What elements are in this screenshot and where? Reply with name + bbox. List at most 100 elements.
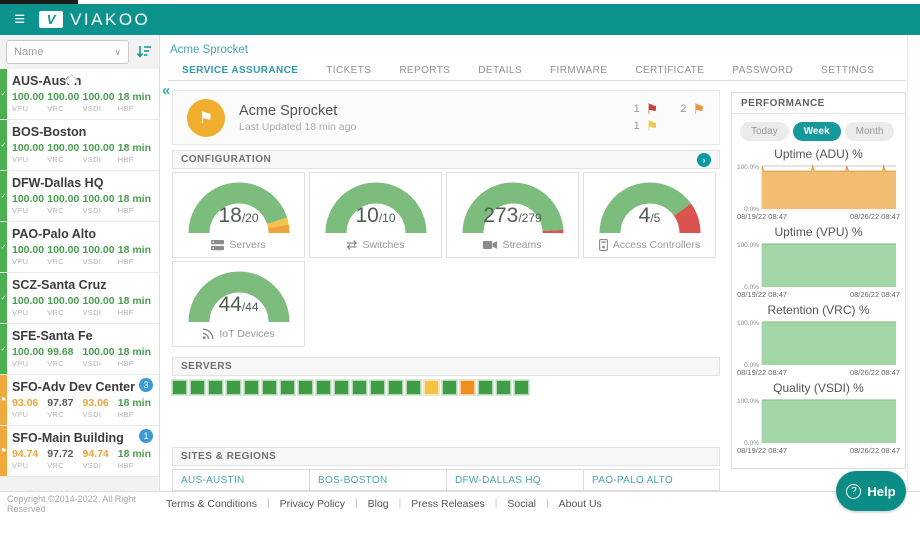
sites-regions-title: SITES & REGIONS — [181, 451, 276, 462]
configuration-expand-icon[interactable]: › — [697, 153, 711, 167]
sort-icon[interactable] — [135, 43, 153, 61]
tab-certificate[interactable]: CERTIFICATE — [621, 61, 718, 80]
gauge-label: Streams — [447, 239, 578, 251]
server-square-green[interactable] — [226, 380, 241, 395]
server-square-green[interactable] — [316, 380, 331, 395]
breadcrumb[interactable]: Acme Sprocket — [170, 44, 248, 56]
flag-icon: ⚑ — [199, 108, 213, 128]
gauge-streams[interactable]: 273/279 Streams — [446, 172, 579, 258]
site-list-item[interactable]: ✓ SCZ-Santa Cruz 100.00 VPU 100.00 VRC 1… — [0, 273, 159, 324]
footer-link-privacy-policy[interactable]: Privacy Policy — [280, 498, 345, 510]
footer-link-blog[interactable]: Blog — [368, 498, 389, 510]
site-name: SCZ-Santa Cruz — [12, 278, 153, 292]
footer-link-about-us[interactable]: About Us — [559, 498, 602, 510]
tab-service-assurance[interactable]: SERVICE ASSURANCE — [168, 61, 312, 80]
server-square-green[interactable] — [370, 380, 385, 395]
gauge-servers[interactable]: 18/20 Servers — [172, 172, 305, 258]
footer-link-press-releases[interactable]: Press Releases — [411, 498, 485, 510]
alert-orange-flag[interactable]: 2 ⚑ — [680, 101, 705, 118]
svg-text:100.0%: 100.0% — [736, 398, 758, 405]
region-tab-dfw-dallas-hq[interactable]: DFW-DALLAS HQ — [446, 469, 583, 491]
flag-avatar: ⚑ — [187, 99, 225, 137]
range-pill-week[interactable]: Week — [793, 122, 841, 141]
metric-label: HBF — [118, 155, 153, 164]
site-body: SFO-Adv Dev Center 93.06 VPU 97.87 VRC 9… — [0, 375, 159, 422]
region-tab-pao-palo-alto[interactable]: PAO-PALO ALTO — [583, 469, 720, 491]
site-metric: 100.00 VSDI — [83, 142, 118, 164]
site-metric: 100.00 VRC — [47, 193, 82, 215]
server-square-green[interactable] — [262, 380, 277, 395]
server-square-green[interactable] — [514, 380, 529, 395]
server-square-green[interactable] — [352, 380, 367, 395]
server-square-green[interactable] — [280, 380, 295, 395]
server-square-green[interactable] — [442, 380, 457, 395]
region-tab-aus-austin[interactable]: AUS-AUSTIN — [172, 469, 309, 491]
range-pill-today[interactable]: Today — [740, 122, 789, 141]
gauge-iot-devices[interactable]: 44/44 IoT Devices — [172, 261, 305, 347]
site-list-item[interactable]: ⚑ SFO-Adv Dev Center 93.06 VPU 97.87 VRC… — [0, 375, 159, 426]
server-square-green[interactable] — [172, 380, 187, 395]
viakoo-logo[interactable]: V VIAKOO — [39, 10, 150, 30]
metric-label: HBF — [118, 257, 153, 266]
server-square-green[interactable] — [478, 380, 493, 395]
site-list-item[interactable]: ✓ BOS-Boston 100.00 VPU 100.00 VRC 100.0… — [0, 120, 159, 171]
site-list-item[interactable]: ✓ DFW-Dallas HQ 100.00 VPU 100.00 VRC 10… — [0, 171, 159, 222]
site-list-item[interactable]: ✓ AUS-Austin 100.00 VPU 100.00 VRC 100.0… — [0, 69, 159, 120]
site-metric: 18 min HBF — [118, 397, 153, 419]
gauge-value: 4/5 — [584, 204, 715, 228]
flag-icon: ⚑ — [0, 396, 6, 404]
site-name: PAO-Palo Alto — [12, 227, 153, 241]
range-pill-month[interactable]: Month — [845, 122, 895, 141]
server-square-yellow[interactable] — [424, 380, 439, 395]
server-square-green[interactable] — [208, 380, 223, 395]
site-list-item[interactable]: ⚑ SFO-Main Building 94.74 VPU 97.72 VRC … — [0, 426, 159, 477]
footer-link-social[interactable]: Social — [507, 498, 536, 510]
server-square-green[interactable] — [496, 380, 511, 395]
x-label-end: 08/26/22 08:47 — [850, 290, 900, 299]
tab-password[interactable]: PASSWORD — [718, 61, 807, 80]
help-button[interactable]: ? Help — [836, 471, 906, 511]
chart-quality-vsdi-: Quality (VSDI) % 100.0% 0.0% 08/19/22 08… — [732, 381, 905, 455]
site-list-item[interactable]: ✓ PAO-Palo Alto 100.00 VPU 100.00 VRC 10… — [0, 222, 159, 273]
gauge-switches[interactable]: 10/10 ⇄ Switches — [309, 172, 442, 258]
menu-icon[interactable]: ≡ — [14, 10, 25, 29]
gauges-row-1: 18/20 Servers 10/10 ⇄ Switches 273/279 S… — [172, 172, 716, 258]
metric-label: VSDI — [83, 308, 118, 317]
collapse-sidebar-icon[interactable]: « — [162, 82, 170, 99]
alert-red-flag[interactable]: 1 ⚑ — [634, 101, 659, 118]
tab-tickets[interactable]: TICKETS — [312, 61, 385, 80]
sidebar-filter-row: Name ∨ — [0, 35, 159, 69]
tab-reports[interactable]: REPORTS — [385, 61, 464, 80]
server-square-green[interactable] — [406, 380, 421, 395]
server-square-green[interactable] — [334, 380, 349, 395]
server-square-orange[interactable] — [460, 380, 475, 395]
server-square-green[interactable] — [244, 380, 259, 395]
chart-uptime-adu-: Uptime (ADU) % 100.0% 0.0% 08/19/22 08:4… — [732, 147, 905, 221]
tab-firmware[interactable]: FIRMWARE — [536, 61, 621, 80]
metric-label: VRC — [47, 308, 82, 317]
server-square-green[interactable] — [298, 380, 313, 395]
footer-link-terms-conditions[interactable]: Terms & Conditions — [166, 498, 257, 510]
site-name: SFO-Main Building — [12, 431, 153, 445]
metric-label: VRC — [47, 206, 82, 215]
metric-value: 18 min — [118, 295, 153, 307]
metric-value: 100.00 — [47, 295, 82, 307]
server-icon — [211, 240, 224, 251]
flag-status-bar: ⚑ — [0, 375, 7, 425]
sort-field-select[interactable]: Name ∨ — [6, 40, 129, 64]
metric-label: HBF — [118, 308, 153, 317]
ticket-count-badge[interactable]: 3 — [139, 378, 153, 392]
server-square-green[interactable] — [388, 380, 403, 395]
site-overview-card: ⚑ Acme Sprocket Last Updated 18 min ago … — [172, 90, 720, 145]
region-tab-bos-boston[interactable]: BOS-BOSTON — [309, 469, 446, 491]
tab-details[interactable]: DETAILS — [464, 61, 536, 80]
tab-settings[interactable]: SETTINGS — [807, 61, 888, 80]
alert-yellow-flag[interactable]: 1 ⚑ — [634, 118, 659, 135]
chart-title: Uptime (ADU) % — [732, 147, 905, 161]
site-list-item[interactable]: ✓ SFE-Santa Fe 100.00 VPU 99.68 VRC 100.… — [0, 324, 159, 375]
access-controller-icon — [599, 239, 608, 251]
gauge-access-controllers[interactable]: 4/5 Access Controllers — [583, 172, 716, 258]
chart-title: Quality (VSDI) % — [732, 381, 905, 395]
server-square-green[interactable] — [190, 380, 205, 395]
ticket-count-badge[interactable]: 1 — [139, 429, 153, 443]
